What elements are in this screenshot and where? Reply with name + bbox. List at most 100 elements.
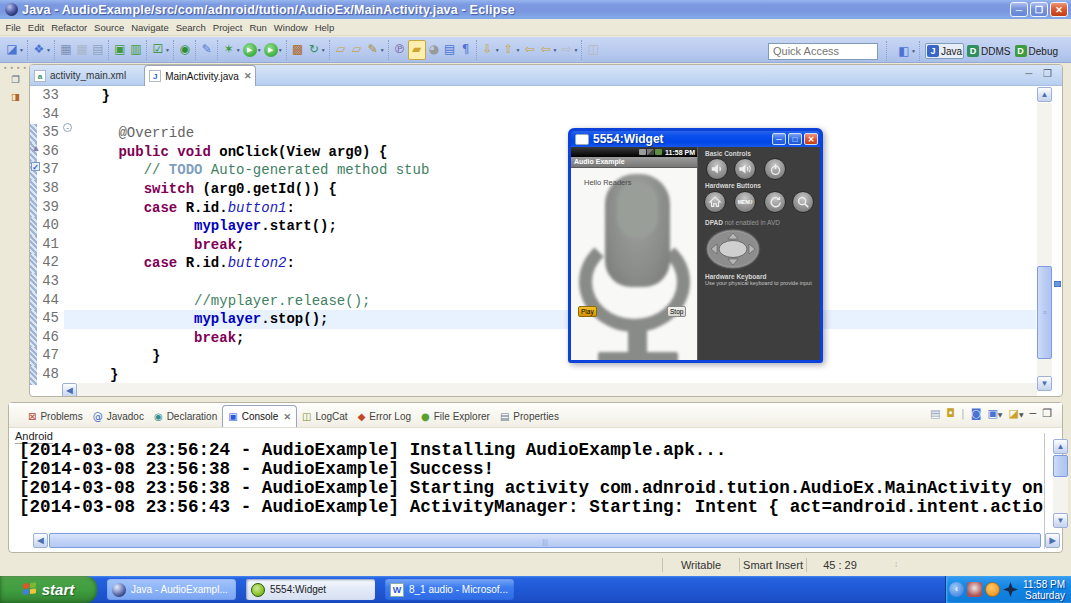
perspective-debug[interactable]: DDebug: [1014, 44, 1059, 58]
debug-icon[interactable]: ✶▼: [221, 40, 242, 60]
code-line-33[interactable]: 33 }: [30, 87, 1036, 106]
menu-run[interactable]: Run: [246, 21, 270, 34]
menu-search[interactable]: Search: [172, 21, 209, 34]
menu-refactor[interactable]: Refactor: [48, 21, 91, 34]
refresh-icon[interactable]: ↻▼: [306, 40, 327, 60]
last-edit-icon[interactable]: ⇦: [522, 40, 538, 60]
mark-occurrences-icon[interactable]: ▰: [408, 40, 426, 60]
show-source-icon[interactable]: ▤: [442, 40, 458, 60]
power-button[interactable]: [764, 158, 786, 180]
emulator-minimize-button[interactable]: ─: [772, 133, 786, 145]
coverage-icon[interactable]: ▩: [290, 40, 306, 60]
print-icon[interactable]: ▤: [90, 40, 106, 60]
window-close-button[interactable]: ✕: [1050, 2, 1068, 17]
window-restore-button[interactable]: ❐: [1030, 2, 1048, 17]
console-tab-declaration[interactable]: ◉Declaration: [149, 405, 222, 427]
console-maximize-icon[interactable]: ❐: [1042, 407, 1052, 420]
menu-navigate[interactable]: Navigate: [128, 21, 173, 34]
console-tab-file-explorer[interactable]: ●File Explorer: [416, 405, 495, 427]
menu-project[interactable]: Project: [209, 21, 246, 34]
code-line-37[interactable]: 37 // TODO Auto-generated method stub: [30, 161, 1036, 180]
window-minimize-button[interactable]: ─: [1010, 2, 1028, 17]
home-button[interactable]: [704, 191, 726, 213]
volume-down-button[interactable]: [706, 158, 728, 180]
plugin-icon[interactable]: ℗: [392, 40, 408, 60]
menu-help[interactable]: Help: [311, 21, 338, 34]
code-line-38[interactable]: 38 switch (arg0.getId()) {: [30, 180, 1036, 199]
console-hscroll-thumb[interactable]: |||: [49, 533, 1041, 548]
clear-console-icon[interactable]: ▤: [930, 407, 940, 420]
back-button[interactable]: [764, 191, 786, 213]
taskbar-button-2[interactable]: 5554:Widget: [246, 579, 375, 600]
save-all-icon[interactable]: ▦: [74, 40, 90, 60]
taskbar-button-1[interactable]: Java - AudioExampl...: [107, 579, 236, 600]
display-console-icon[interactable]: ▣▼: [987, 407, 1002, 420]
console-scroll-up[interactable]: ▲: [1053, 439, 1068, 454]
console-tab-error-log[interactable]: ◆Error Log: [353, 405, 416, 427]
menu-source[interactable]: Source: [91, 21, 128, 34]
editor-tab-activity_main-xml[interactable]: aactivity_main.xml: [30, 65, 130, 86]
code-line-41[interactable]: 41 break;: [30, 236, 1036, 255]
volume-up-button[interactable]: [734, 158, 756, 180]
emulator-maximize-button[interactable]: □: [788, 133, 802, 145]
quick-access-input[interactable]: [768, 43, 878, 60]
play-button[interactable]: Play: [578, 306, 597, 317]
search-button[interactable]: [792, 191, 814, 213]
dpad-control[interactable]: [705, 228, 761, 270]
scroll-lock-icon[interactable]: ◘: [946, 407, 955, 420]
code-line-48[interactable]: 48 }: [30, 366, 1036, 385]
menu-window[interactable]: Window: [270, 21, 311, 34]
new-class-icon[interactable]: ◉: [177, 40, 193, 60]
menu-edit[interactable]: Edit: [24, 21, 47, 34]
code-line-42[interactable]: 42 case R.id.button2:: [30, 254, 1036, 273]
console-tab-close-icon[interactable]: ✕: [283, 412, 291, 422]
perspective-java[interactable]: JJava: [925, 43, 964, 59]
open-folder-icon[interactable]: ▱: [333, 40, 349, 60]
open-perspective-icon[interactable]: ◧▼: [896, 41, 917, 61]
open-folder2-icon[interactable]: ▱: [349, 40, 365, 60]
new-wizard-icon[interactable]: ◪▼: [4, 40, 25, 60]
emulator-screen[interactable]: 11:58 PM Audio Example Hello Readers Pla…: [571, 147, 698, 360]
console-tab-problems[interactable]: ⊠Problems: [23, 405, 88, 427]
junit-icon[interactable]: ☑▼: [150, 40, 171, 60]
stop-button[interactable]: Stop: [667, 306, 686, 317]
editor-minmax-buttons[interactable]: ─ ❐: [1025, 68, 1056, 79]
console-vscroll-thumb[interactable]: [1053, 455, 1068, 477]
console-tab-console[interactable]: ▣Console✕: [222, 405, 297, 427]
emulator-close-button[interactable]: ✕: [804, 133, 818, 145]
editor-scroll-up[interactable]: ▲: [1037, 87, 1052, 102]
update-tray-icon[interactable]: [985, 582, 1000, 597]
code-line-40[interactable]: 40 myplayer.start();: [30, 217, 1036, 236]
editor-tab-MainActivity-java[interactable]: JMainActivity.java✕: [144, 65, 256, 86]
console-tab-javadoc[interactable]: @Javadoc: [88, 405, 149, 427]
menu-button[interactable]: MENU: [734, 191, 756, 213]
open-console-icon[interactable]: ◪▼: [1008, 407, 1023, 420]
run-history-icon[interactable]: ▶▼: [263, 40, 284, 60]
android-sdk-manager-icon[interactable]: ▥: [128, 40, 144, 60]
brush-icon[interactable]: ✎▼: [365, 40, 386, 60]
package-explorer-icon[interactable]: ◨: [8, 91, 23, 105]
whitespace-icon[interactable]: ¶: [458, 40, 474, 60]
menu-file[interactable]: File: [2, 21, 24, 34]
next-annotation-icon[interactable]: ⇩▼: [480, 40, 501, 60]
externalize-icon[interactable]: ◕: [426, 40, 442, 60]
console-tab-logcat[interactable]: ◫LogCat: [297, 405, 353, 427]
tab-close-icon[interactable]: ✕: [244, 71, 252, 81]
code-line-46[interactable]: 46 break;: [30, 329, 1036, 348]
code-line-44[interactable]: 44 //myplayer.release();: [30, 292, 1036, 311]
code-line-45[interactable]: 45 myplayer.stop();: [30, 310, 1036, 329]
console-scroll-right[interactable]: ▶: [1045, 533, 1060, 548]
code-line-36[interactable]: 36 public void onClick(View arg0) {: [30, 143, 1036, 162]
java-tray-icon[interactable]: [967, 582, 982, 597]
editor-scroll-down[interactable]: ▼: [1037, 376, 1052, 391]
restore-view-icon[interactable]: ❐: [8, 74, 23, 88]
perspective-ddms[interactable]: DDDMS: [966, 44, 1011, 58]
code-line-43[interactable]: 43: [30, 273, 1036, 292]
forward-icon[interactable]: ⇨▼: [558, 40, 579, 60]
fold-marker[interactable]: -: [63, 123, 72, 132]
link-editor-icon[interactable]: ◫: [585, 40, 601, 60]
run-icon[interactable]: ▶▼: [242, 40, 263, 60]
console-minimize-icon[interactable]: ─: [1030, 407, 1037, 420]
code-line-39[interactable]: 39 case R.id.button1:: [30, 199, 1036, 218]
code-line-34[interactable]: 34: [30, 106, 1036, 125]
